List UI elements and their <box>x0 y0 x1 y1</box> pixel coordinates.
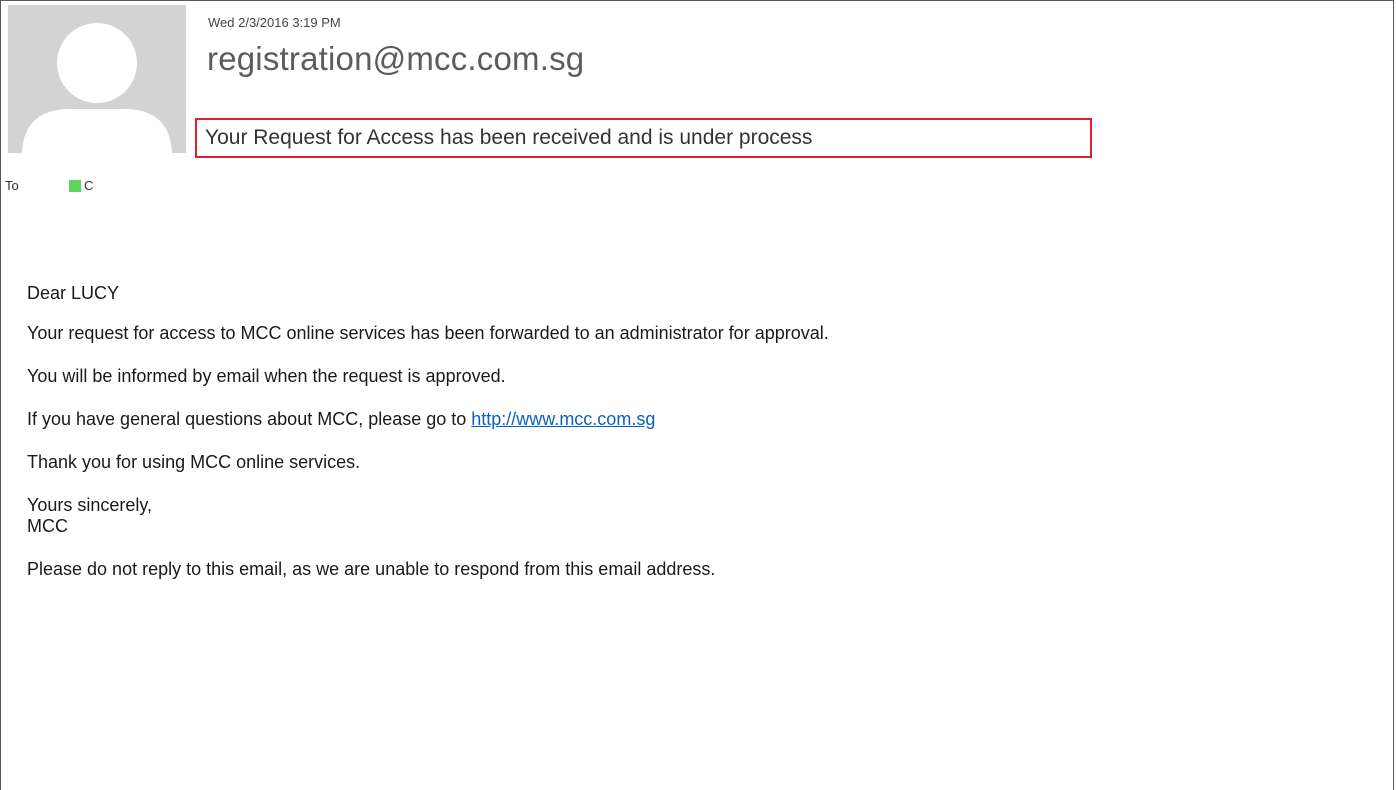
recipient-name[interactable]: C <box>84 178 93 193</box>
sender-address[interactable]: registration@mcc.com.sg <box>207 40 584 78</box>
recipient-status-icon <box>69 179 81 192</box>
recipient-row: To C <box>5 178 93 193</box>
questions-text: If you have general questions about MCC,… <box>27 409 472 429</box>
sender-avatar <box>8 5 186 153</box>
person-silhouette-icon <box>22 23 172 153</box>
body-line-informed: You will be informed by email when the r… <box>27 366 506 386</box>
email-timestamp: Wed 2/3/2016 3:19 PM <box>208 15 341 30</box>
to-label: To <box>5 178 19 193</box>
greeting: Dear LUCY <box>27 283 120 303</box>
mcc-website-link[interactable]: http://www.mcc.com.sg <box>471 409 655 429</box>
body-line-thanks: Thank you for using MCC online services. <box>27 452 361 472</box>
email-subject: Your Request for Access has been receive… <box>205 126 813 149</box>
signature: MCC <box>27 516 68 536</box>
body-line-request: Your request for access to MCC online se… <box>27 323 829 343</box>
no-reply-notice: Please do not reply to this email, as we… <box>27 559 716 579</box>
closing: Yours sincerely, <box>27 495 153 515</box>
body-line-questions: If you have general questions about MCC,… <box>27 409 655 430</box>
